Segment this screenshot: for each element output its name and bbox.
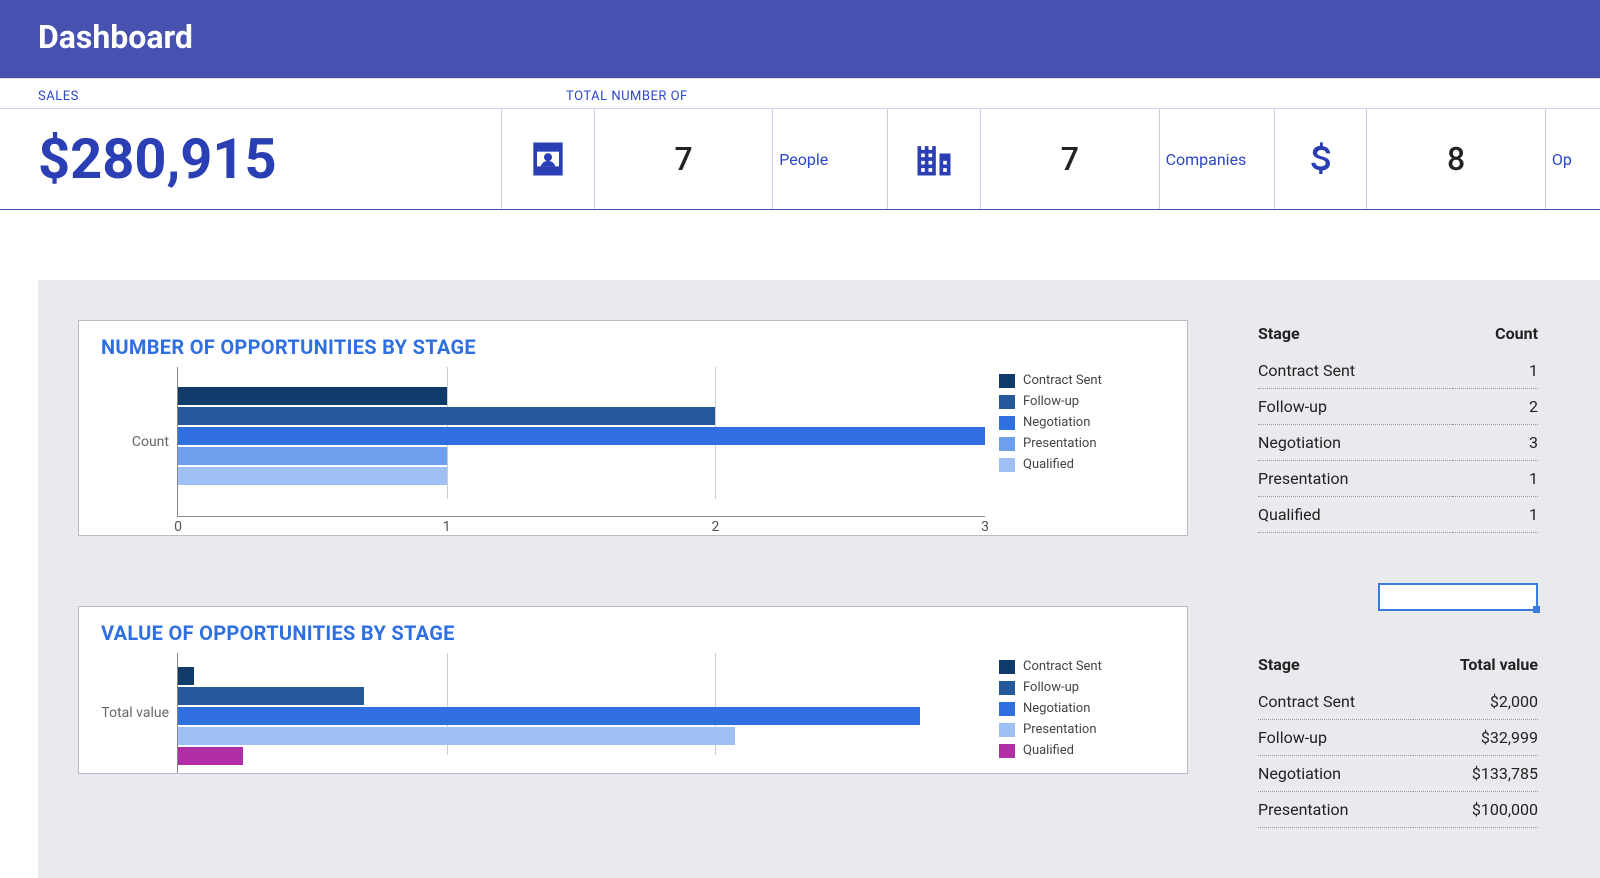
cell-value: $2,000 bbox=[1413, 684, 1538, 720]
xtick: 3 bbox=[981, 519, 989, 535]
chart-opps-by-stage: NUMBER OF OPPORTUNITIES BY STAGE Count 0 bbox=[78, 320, 1188, 536]
bar-follow-up bbox=[178, 407, 715, 425]
bar-contract-sent bbox=[178, 387, 447, 405]
table-row[interactable]: Follow-up$32,999 bbox=[1258, 720, 1538, 756]
kpi-opps-label: Op bbox=[1546, 109, 1600, 209]
cell-value: $133,785 bbox=[1413, 756, 1538, 792]
swatch-icon bbox=[999, 374, 1015, 388]
cell-stage: Presentation bbox=[1258, 461, 1452, 497]
cell-value: $100,000 bbox=[1413, 792, 1538, 828]
cell-stage: Negotiation bbox=[1258, 756, 1413, 792]
people-icon bbox=[502, 109, 595, 209]
kpi-people-count: 7 bbox=[595, 109, 774, 209]
chart1-title: NUMBER OF OPPORTUNITIES BY STAGE bbox=[101, 335, 1165, 359]
swatch-icon bbox=[999, 395, 1015, 409]
th-stage: Stage bbox=[1258, 651, 1413, 684]
bar-follow-up bbox=[178, 687, 364, 705]
legend-label: Presentation bbox=[1023, 722, 1097, 737]
kpi-opps-count: 8 bbox=[1367, 109, 1546, 209]
kpi-sales-value: $280,915 bbox=[38, 126, 277, 192]
bar-presentation bbox=[178, 727, 735, 745]
companies-icon bbox=[888, 109, 981, 209]
cell-stage: Presentation bbox=[1258, 792, 1413, 828]
table-row[interactable]: Follow-up2 bbox=[1258, 389, 1538, 425]
legend-label: Follow-up bbox=[1023, 680, 1079, 695]
page-title: Dashboard bbox=[0, 0, 1600, 78]
cell-value: 3 bbox=[1452, 425, 1538, 461]
swatch-icon bbox=[999, 744, 1015, 758]
legend-label: Qualified bbox=[1023, 457, 1074, 472]
chart-value-by-stage: VALUE OF OPPORTUNITIES BY STAGE Total va… bbox=[78, 606, 1188, 774]
kpi-label-total: TOTAL NUMBER OF bbox=[558, 89, 688, 104]
swatch-icon bbox=[999, 416, 1015, 430]
legend-label: Qualified bbox=[1023, 743, 1074, 758]
table-row[interactable]: Presentation$100,000 bbox=[1258, 792, 1538, 828]
kpi-sales: $280,915 bbox=[0, 109, 502, 209]
kpi-people-label: People bbox=[773, 109, 888, 209]
cell-value: 1 bbox=[1452, 497, 1538, 533]
swatch-icon bbox=[999, 458, 1015, 472]
kpi-strip: SALES TOTAL NUMBER OF $280,915 7 People … bbox=[0, 78, 1600, 210]
legend-label: Negotiation bbox=[1023, 415, 1090, 430]
selected-cell[interactable] bbox=[1378, 583, 1538, 611]
dollar-icon bbox=[1275, 109, 1368, 209]
chart1-legend: Contract Sent Follow-up Negotiation Pres… bbox=[985, 367, 1165, 517]
cell-stage: Follow-up bbox=[1258, 720, 1413, 756]
legend-label: Follow-up bbox=[1023, 394, 1079, 409]
cell-stage: Contract Sent bbox=[1258, 353, 1452, 389]
table-count-by-stage: StageCount Contract Sent1 Follow-up2 Neg… bbox=[1258, 320, 1538, 533]
chart2-title: VALUE OF OPPORTUNITIES BY STAGE bbox=[101, 621, 1165, 645]
bar-contract-sent bbox=[178, 667, 194, 685]
bar-qualified bbox=[178, 747, 243, 765]
cell-stage: Qualified bbox=[1258, 497, 1452, 533]
xtick: 1 bbox=[443, 519, 451, 535]
xtick: 0 bbox=[174, 519, 182, 535]
bar-presentation bbox=[178, 447, 447, 465]
th-value: Total value bbox=[1413, 651, 1538, 684]
table-value-by-stage: StageTotal value Contract Sent$2,000 Fol… bbox=[1258, 651, 1538, 828]
cell-value: $32,999 bbox=[1413, 720, 1538, 756]
swatch-icon bbox=[999, 681, 1015, 695]
swatch-icon bbox=[999, 437, 1015, 451]
table-row[interactable]: Negotiation$133,785 bbox=[1258, 756, 1538, 792]
chart1-plot: 0 1 2 3 bbox=[177, 367, 985, 517]
th-count: Count bbox=[1452, 320, 1538, 353]
cell-stage: Follow-up bbox=[1258, 389, 1452, 425]
kpi-label-sales: SALES bbox=[0, 89, 558, 104]
chart1-ylabel: Count bbox=[101, 367, 177, 517]
table-row[interactable]: Qualified1 bbox=[1258, 497, 1538, 533]
table-row[interactable]: Contract Sent$2,000 bbox=[1258, 684, 1538, 720]
cell-value: 2 bbox=[1452, 389, 1538, 425]
swatch-icon bbox=[999, 702, 1015, 716]
cell-value: 1 bbox=[1452, 353, 1538, 389]
cell-value: 1 bbox=[1452, 461, 1538, 497]
cell-stage: Negotiation bbox=[1258, 425, 1452, 461]
chart2-plot bbox=[177, 653, 985, 773]
cell-stage: Contract Sent bbox=[1258, 684, 1413, 720]
th-stage: Stage bbox=[1258, 320, 1452, 353]
xtick: 2 bbox=[712, 519, 720, 535]
table-row[interactable]: Presentation1 bbox=[1258, 461, 1538, 497]
body-area: NUMBER OF OPPORTUNITIES BY STAGE Count 0 bbox=[38, 280, 1600, 878]
legend-label: Presentation bbox=[1023, 436, 1097, 451]
swatch-icon bbox=[999, 723, 1015, 737]
bar-negotiation bbox=[178, 427, 985, 445]
kpi-companies-label: Companies bbox=[1160, 109, 1275, 209]
bar-qualified bbox=[178, 467, 447, 485]
legend-label: Contract Sent bbox=[1023, 659, 1102, 674]
kpi-companies-count: 7 bbox=[981, 109, 1160, 209]
chart2-legend: Contract Sent Follow-up Negotiation Pres… bbox=[985, 653, 1165, 773]
table-row[interactable]: Contract Sent1 bbox=[1258, 353, 1538, 389]
swatch-icon bbox=[999, 660, 1015, 674]
chart2-ylabel: Total value bbox=[101, 653, 177, 773]
bar-negotiation bbox=[178, 707, 920, 725]
legend-label: Contract Sent bbox=[1023, 373, 1102, 388]
legend-label: Negotiation bbox=[1023, 701, 1090, 716]
table-row[interactable]: Negotiation3 bbox=[1258, 425, 1538, 461]
